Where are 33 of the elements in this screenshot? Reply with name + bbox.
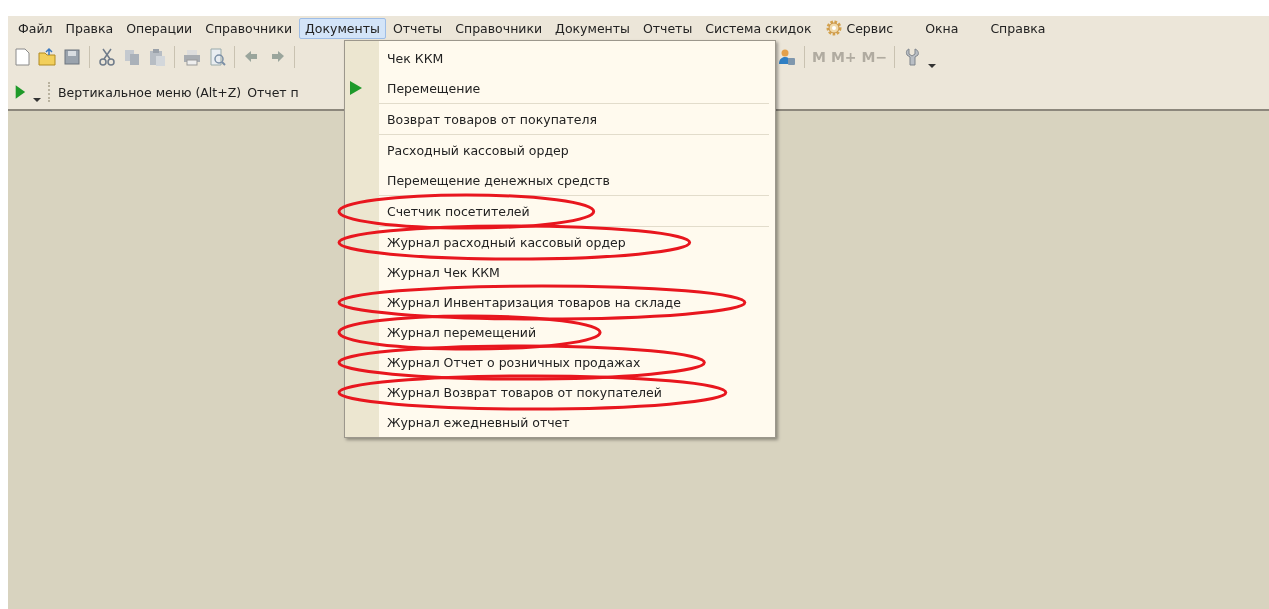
- menu-option[interactable]: Возврат товаров от покупателя: [387, 111, 597, 127]
- menu-item[interactable]: Система скидок: [699, 17, 818, 39]
- menu-item[interactable]: Справка: [984, 17, 1052, 39]
- menu-item[interactable]: Отчеты: [386, 17, 449, 39]
- menu-item[interactable]: Сервис: [818, 15, 900, 41]
- open-folder-icon[interactable]: [37, 47, 57, 67]
- menu-option[interactable]: Перемещение: [387, 80, 481, 96]
- menu-item[interactable]: Документы: [299, 17, 386, 39]
- caret-icon[interactable]: [32, 97, 42, 103]
- menu-option[interactable]: Расходный кассовый ордер: [387, 142, 569, 158]
- new-document-icon[interactable]: [12, 47, 32, 67]
- caret-icon[interactable]: [927, 63, 938, 69]
- printer-icon[interactable]: [182, 47, 202, 67]
- menu-item[interactable]: Окна: [919, 17, 965, 39]
- quick-link[interactable]: Отчет п: [247, 84, 299, 100]
- menu-item[interactable]: Файл: [12, 17, 59, 39]
- menu-option[interactable]: Журнал Чек ККМ: [387, 264, 500, 280]
- play-icon: [349, 80, 363, 96]
- menu-option[interactable]: Журнал ежедневный отчет: [387, 414, 570, 430]
- menu-item[interactable]: Документы: [549, 17, 636, 39]
- menu-item[interactable]: Справочники: [449, 17, 549, 39]
- print-preview-icon[interactable]: [207, 47, 227, 67]
- menu-item[interactable]: Отчеты: [636, 17, 699, 39]
- quick-link[interactable]: Вертикальное меню (Alt+Z): [58, 84, 242, 100]
- menu-item[interactable]: Правка: [59, 17, 120, 39]
- menu-option[interactable]: Чек ККМ: [387, 50, 444, 66]
- menu-item[interactable]: Справочники: [199, 17, 299, 39]
- cut-icon[interactable]: [97, 47, 117, 67]
- menu-item[interactable]: Операции: [120, 17, 199, 39]
- menu-option[interactable]: Перемещение денежных средств: [387, 172, 610, 188]
- save-icon[interactable]: [62, 47, 82, 67]
- copy-icon[interactable]: [122, 47, 142, 67]
- paste-icon[interactable]: [147, 47, 167, 67]
